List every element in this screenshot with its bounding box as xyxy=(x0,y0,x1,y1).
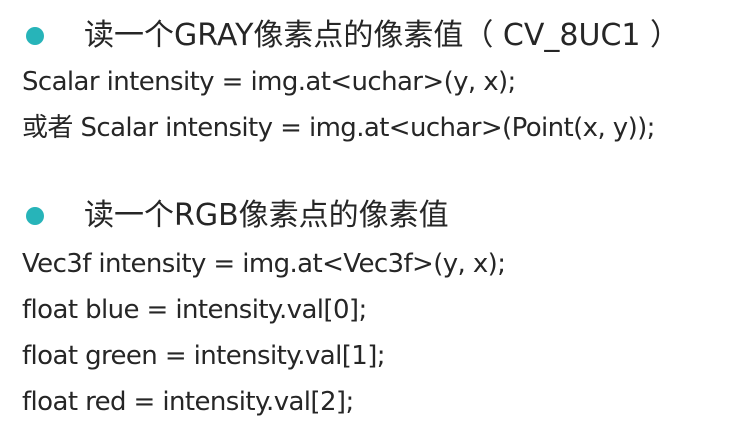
section-rgb-heading: 读一个RGB像素点的像素值 xyxy=(26,198,449,234)
code-line-gray-1: Scalar intensity = img.at<uchar>(y, x); xyxy=(22,67,516,97)
code-line-rgb-3: float green = intensity.val[1]; xyxy=(22,341,386,371)
code-line-rgb-1: Vec3f intensity = img.at<Vec3f>(y, x); xyxy=(22,249,506,279)
section-gray-title: 读一个GRAY像素点的像素值（ CV_8UC1 ） xyxy=(84,18,681,53)
slide: 读一个GRAY像素点的像素值（ CV_8UC1 ） Scalar intensi… xyxy=(0,0,741,441)
section-rgb-title: 读一个RGB像素点的像素值 xyxy=(84,198,449,233)
code-line-rgb-2: float blue = intensity.val[0]; xyxy=(22,295,367,325)
section-gray-heading: 读一个GRAY像素点的像素值（ CV_8UC1 ） xyxy=(26,18,680,54)
code-line-rgb-4: float red = intensity.val[2]; xyxy=(22,387,354,417)
code-line-gray-2: 或者 Scalar intensity = img.at<uchar>(Poin… xyxy=(22,113,655,143)
bullet-icon xyxy=(26,207,44,225)
bullet-icon xyxy=(26,27,44,45)
